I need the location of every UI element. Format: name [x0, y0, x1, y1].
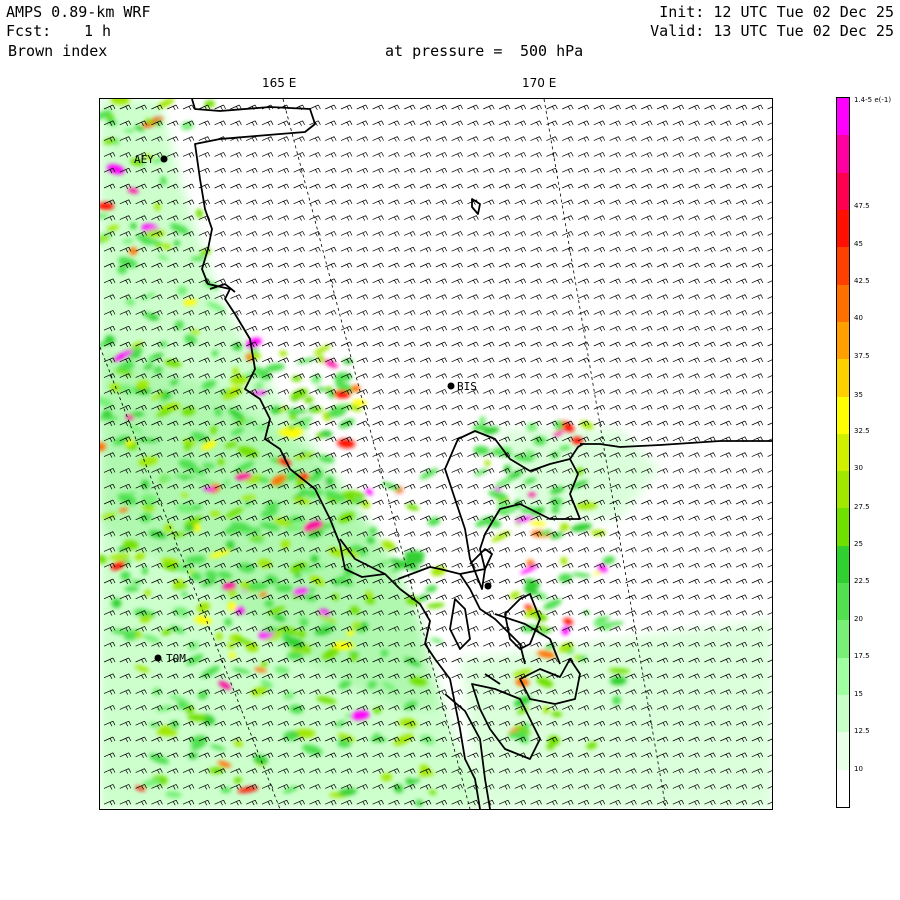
colorbar-level-label: 35 — [854, 390, 863, 399]
colorbar-level-label: 20 — [854, 615, 863, 624]
map-panel: AEY BIS TOM — [99, 98, 773, 810]
colorbar-swatch — [837, 284, 849, 323]
colorbar-level-label: 17.5 — [854, 652, 870, 661]
index-blob — [426, 602, 445, 609]
index-blob — [338, 418, 355, 429]
forecast-value: 1 h — [84, 22, 112, 40]
map-canvas: AEY BIS TOM — [100, 99, 772, 809]
colorbar — [836, 97, 850, 808]
station-aey-label: AEY — [134, 153, 154, 166]
colorbar-swatch — [837, 135, 849, 174]
colorbar-swatch — [837, 695, 849, 733]
valid-time: Valid: 13 UTC Tue 02 Dec 25 — [650, 22, 894, 40]
colorbar-level-label: 27.5 — [854, 502, 870, 511]
index-blob — [560, 556, 568, 566]
index-blob — [494, 477, 514, 488]
forecast-label: Fcst: — [6, 22, 52, 40]
colorbar-swatch — [837, 172, 849, 211]
pressure-label: at pressure = — [385, 42, 503, 60]
longitude-label-170: 170 E — [522, 76, 557, 90]
index-blob — [311, 374, 322, 384]
station-tom-label: TOM — [166, 652, 186, 665]
colorbar-top-label: 1.4-5 e(-1) — [854, 96, 892, 104]
colorbar-swatch — [837, 359, 849, 398]
colorbar-level-label: 40 — [854, 313, 863, 322]
pressure-value: 500 hPa — [520, 42, 584, 60]
index-blob — [425, 584, 438, 593]
colorbar-swatch — [837, 321, 849, 360]
station-unlabeled-marker — [484, 582, 492, 590]
colorbar-level-label: 25 — [854, 539, 863, 548]
colorbar-level-label: 47.5 — [854, 201, 870, 210]
colorbar-level-label: 32.5 — [854, 427, 870, 436]
model-title: AMPS 0.89-km WRF — [6, 3, 151, 21]
colorbar-swatch — [837, 471, 849, 509]
station-tom-marker — [154, 654, 162, 662]
longitude-label-165: 165 E — [262, 76, 297, 90]
colorbar-swatch — [837, 98, 849, 136]
index-blob — [571, 572, 591, 578]
station-bis-marker — [447, 382, 455, 390]
colorbar-swatch — [837, 247, 849, 286]
colorbar-labels: 1.4-5 e(-1) 47.5 45 42.5 40 37.5 35 32.5 30 27.5… — [854, 96, 900, 808]
colorbar-level-label: 42.5 — [854, 276, 870, 285]
station-bis-label: BIS — [457, 380, 477, 393]
station-aey-marker — [160, 155, 168, 163]
index-blob — [286, 407, 307, 415]
colorbar-level-label: 22.5 — [854, 577, 870, 586]
colorbar-level-label: 12.5 — [854, 726, 870, 735]
index-blob — [473, 445, 490, 456]
brown-index-field-low — [100, 99, 772, 809]
colorbar-level-label: 37.5 — [854, 351, 870, 360]
colorbar-swatch — [837, 769, 849, 808]
colorbar-level-label: 30 — [854, 464, 863, 473]
index-blob — [431, 566, 446, 577]
index-blob — [405, 503, 420, 511]
index-blob — [528, 520, 546, 526]
colorbar-swatch — [837, 732, 849, 771]
colorbar-level-label: 15 — [854, 690, 863, 699]
colorbar-swatch — [837, 545, 849, 584]
index-blob — [563, 617, 573, 626]
index-blob — [296, 357, 317, 364]
index-blob — [265, 363, 286, 372]
index-blob — [279, 350, 288, 357]
index-blob — [337, 438, 356, 449]
index-blob — [313, 344, 331, 355]
colorbar-swatch — [837, 657, 849, 696]
colorbar-swatch — [837, 508, 849, 547]
colorbar-swatch — [837, 209, 849, 248]
field-name: Brown index — [8, 42, 108, 60]
colorbar-level-label: 10 — [854, 764, 863, 773]
colorbar-swatch — [837, 583, 849, 621]
index-blob — [491, 530, 511, 543]
index-blob — [559, 522, 570, 532]
index-blob — [484, 460, 491, 467]
index-blob — [316, 386, 326, 392]
index-blob — [304, 396, 314, 404]
colorbar-swatch — [837, 620, 849, 659]
index-blob — [275, 584, 294, 593]
index-blob — [195, 208, 204, 219]
colorbar-swatch — [837, 396, 849, 435]
colorbar-swatch — [837, 433, 849, 472]
init-time: Init: 12 UTC Tue 02 Dec 25 — [659, 3, 894, 21]
index-blob — [427, 517, 441, 526]
colorbar-level-label: 45 — [854, 240, 863, 249]
index-blob — [570, 523, 593, 532]
